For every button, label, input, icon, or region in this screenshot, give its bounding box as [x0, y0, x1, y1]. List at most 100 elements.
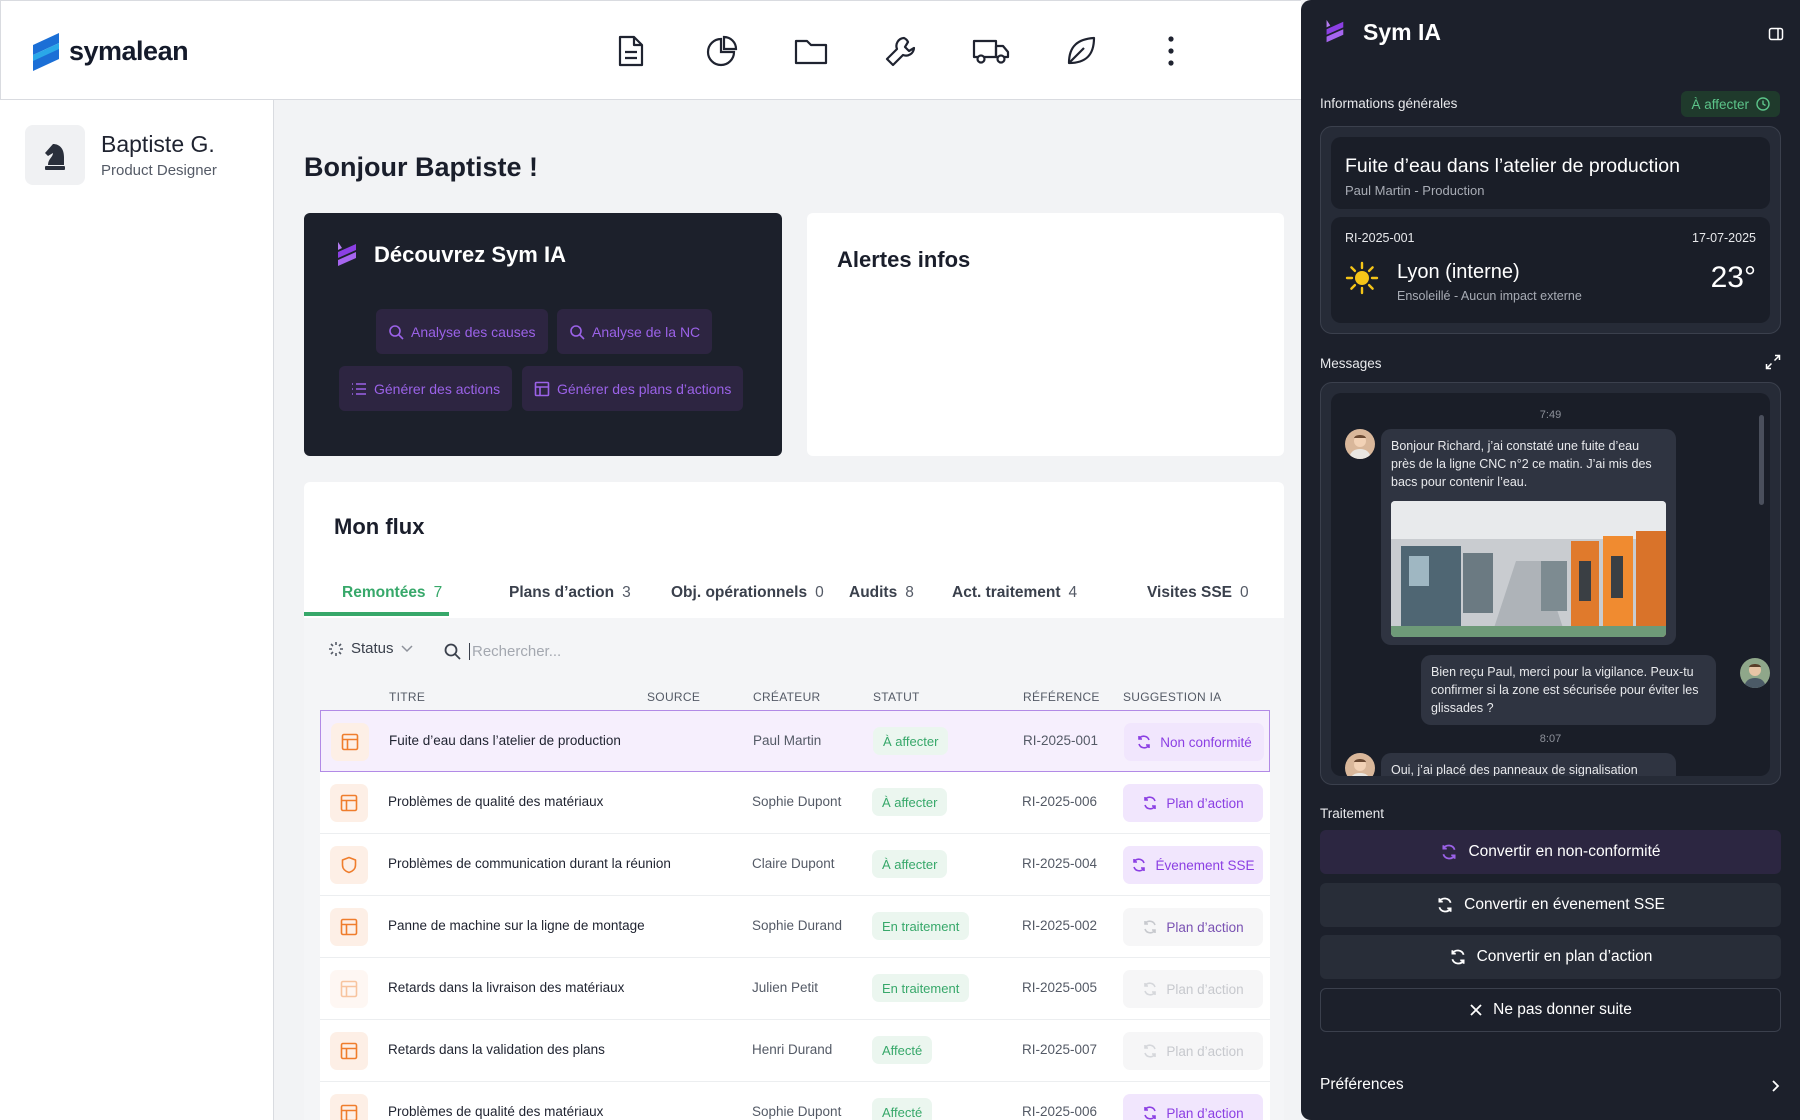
preferences-toggle[interactable]: Préférences: [1320, 1076, 1781, 1094]
row-title: Panne de machine sur la ligne de montage: [388, 918, 645, 933]
avatar: [1740, 658, 1770, 688]
tab-count: 0: [815, 584, 824, 601]
incident-context: RI-2025-001 17-07-2025 Lyon (interne) En…: [1331, 217, 1770, 323]
chip-label: Analyse de la NC: [592, 323, 701, 340]
messages-label: Messages: [1320, 356, 1382, 371]
table-row[interactable]: Problèmes de qualité des matériaux Sophi…: [320, 1082, 1270, 1120]
folder-icon[interactable]: [791, 31, 831, 71]
suggestion-label: Évenement SSE: [1155, 857, 1255, 873]
tab-count: 0: [1240, 584, 1249, 601]
grid-icon: [330, 908, 368, 946]
status-badge: À affecter: [872, 850, 948, 878]
alerts-card: Alertes infos: [807, 213, 1284, 456]
weather-description: Ensoleillé - Aucun impact externe: [1397, 289, 1582, 303]
tab-label: Visites SSE: [1147, 584, 1233, 601]
convert-icon: [1144, 796, 1157, 810]
row-reference: RI-2025-002: [1022, 918, 1098, 933]
message-bubble: Oui, j’ai placé des panneaux de signalis…: [1381, 753, 1676, 776]
suggestion-button[interactable]: Plan d’action: [1123, 970, 1263, 1008]
suggestion-button[interactable]: Plan d’action: [1123, 1032, 1263, 1070]
convert-nc-button[interactable]: Convertir en non-conformité: [1320, 830, 1781, 874]
row-creator: Sophie Durand: [752, 918, 843, 933]
table-row[interactable]: Panne de machine sur la ligne de montage…: [320, 896, 1270, 958]
messages-thread[interactable]: 7:49 Bonjour Richard, j’ai constaté une …: [1320, 382, 1781, 785]
sym-ia-card: Découvrez Sym IA Analyse des causes Anal…: [304, 213, 782, 456]
suggestion-label: Non conformité: [1160, 734, 1252, 750]
plan-icon: [534, 381, 550, 396]
table-row[interactable]: Fuite d’eau dans l’atelier de production…: [320, 710, 1270, 772]
status-badge: En traitement: [872, 974, 970, 1002]
factory-photo[interactable]: [1391, 501, 1666, 637]
sparkle-search-icon: [570, 324, 585, 340]
top-bar: symalean: [0, 0, 1301, 100]
message-time: 8:07: [1539, 733, 1562, 745]
row-reference: RI-2025-006: [1022, 1104, 1098, 1119]
table-row[interactable]: Retards dans la validation des plans Hen…: [320, 1020, 1270, 1082]
status-badge: En traitement: [872, 912, 970, 940]
dismiss-button[interactable]: Ne pas donner suite: [1320, 988, 1781, 1032]
table-row[interactable]: Problèmes de communication durant la réu…: [320, 834, 1270, 896]
message-text: Bonjour Richard, j’ai constaté une fuite…: [1391, 439, 1652, 489]
col-createur: CRÉATEUR: [753, 690, 821, 704]
tab-label: Plans d’action: [509, 584, 615, 601]
wrench-icon[interactable]: [881, 31, 921, 71]
row-creator: Henri Durand: [752, 1042, 833, 1057]
scrollbar[interactable]: [1759, 415, 1764, 505]
convert-icon: [1133, 858, 1146, 872]
chart-icon[interactable]: [701, 31, 741, 71]
chip-label: Générer des actions: [374, 380, 501, 397]
truck-icon[interactable]: [971, 31, 1011, 71]
message-bubble: Bien reçu Paul, merci pour la vigilance.…: [1421, 655, 1716, 725]
search-input[interactable]: [469, 642, 719, 660]
analyse-causes-button[interactable]: Analyse des causes: [376, 309, 548, 354]
sidebar-toggle-icon[interactable]: [1768, 26, 1784, 47]
analyse-nc-button[interactable]: Analyse de la NC: [557, 309, 713, 354]
suggestion-button[interactable]: Plan d’action: [1123, 908, 1263, 946]
messages-scroll-area[interactable]: 7:49 Bonjour Richard, j’ai constaté une …: [1331, 393, 1770, 776]
row-title: Problèmes de qualité des matériaux: [388, 794, 604, 809]
flux-tabs: Remontées 7 Plans d’action 3 Obj. opératio…: [304, 574, 1284, 624]
sym-ia-logo-icon: [338, 242, 356, 266]
user-profile[interactable]: Baptiste G. Product Designer: [25, 125, 217, 185]
brand-name: symalean: [69, 35, 189, 66]
main-nav: [611, 31, 1191, 71]
panel-header: Sym IA: [1321, 18, 1441, 46]
chevron-right-icon: [1772, 1080, 1780, 1092]
status-filter[interactable]: Status: [328, 640, 413, 657]
convert-plan-button[interactable]: Convertir en plan d’action: [1320, 935, 1781, 979]
status-badge: À affecter: [872, 788, 948, 816]
document-icon[interactable]: [611, 31, 651, 71]
suggestion-button[interactable]: Non conformité: [1124, 723, 1264, 761]
convert-icon: [1438, 897, 1452, 913]
convert-sse-button[interactable]: Convertir en évenement SSE: [1320, 883, 1781, 927]
suggestion-button[interactable]: Plan d’action: [1123, 1094, 1263, 1120]
incident-title: Fuite d’eau dans l’atelier de production: [1345, 155, 1680, 177]
loader-icon: [329, 641, 343, 656]
generer-actions-button[interactable]: Générer des actions: [339, 366, 513, 411]
status-badge: Affecté: [872, 1098, 933, 1120]
suggestion-button[interactable]: Évenement SSE: [1123, 846, 1263, 884]
convert-icon: [1144, 1106, 1157, 1120]
chevron-down-icon: [401, 644, 413, 652]
suggestion-button[interactable]: Plan d’action: [1123, 784, 1263, 822]
grid-icon: [330, 1094, 368, 1120]
tab-label: Obj. opérationnels: [671, 584, 808, 601]
table-row[interactable]: Retards dans la livraison des matériaux …: [320, 958, 1270, 1020]
leaf-icon[interactable]: [1061, 31, 1101, 71]
row-title: Problèmes de qualité des matériaux: [388, 1104, 604, 1119]
table-header: TITRE SOURCE CRÉATEUR STATUT RÉFÉRENCE S…: [320, 686, 1270, 710]
more-icon[interactable]: [1151, 31, 1191, 71]
sym-ia-logo-icon: [1326, 19, 1344, 43]
tab-count: 3: [622, 584, 631, 601]
table-row[interactable]: Problèmes de qualité des matériaux Sophi…: [320, 772, 1270, 834]
flux-title: Mon flux: [334, 514, 425, 539]
sym-ia-panel: Sym IA Informations générales À affecter…: [1301, 0, 1800, 1120]
chess-knight-icon: [45, 144, 65, 170]
generer-plans-button[interactable]: Générer des plans d’actions: [522, 366, 744, 411]
sym-ia-card-title: Découvrez Sym IA: [374, 242, 566, 267]
col-statut: STATUT: [873, 690, 920, 704]
brand-logo[interactable]: symalean: [29, 31, 189, 71]
expand-icon[interactable]: [1765, 354, 1781, 375]
grid-icon: [330, 1032, 368, 1070]
button-label: Convertir en non-conformité: [1468, 843, 1661, 860]
